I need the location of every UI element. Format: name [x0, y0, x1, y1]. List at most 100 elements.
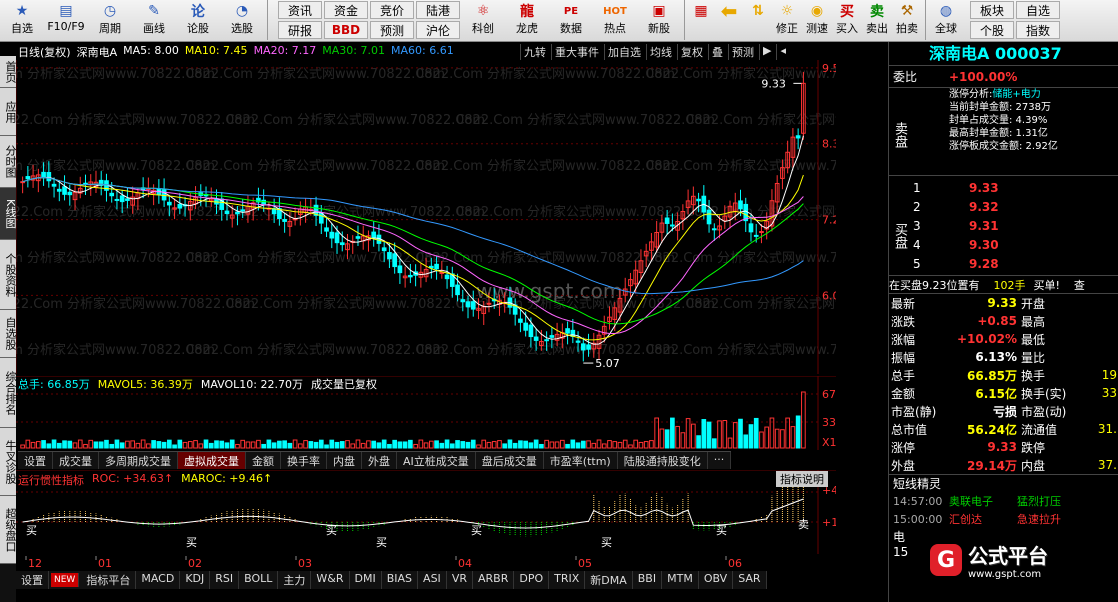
quote-label-right: 最高	[1021, 314, 1046, 329]
volume-bar	[109, 443, 115, 449]
tb-data-button[interactable]: PE 数据	[549, 0, 593, 41]
volume-bar	[30, 441, 36, 449]
tb-gegu[interactable]: 个股	[970, 21, 1014, 39]
tb-lugang[interactable]: 陆港	[416, 1, 460, 19]
bottom-tab[interactable]: DPO	[514, 571, 550, 589]
buy-level-row[interactable]: 3 9.31	[909, 216, 1118, 235]
kline-chart[interactable]: 0822.Com 分析家公式网www.70822.Com0822.Com 分析家…	[16, 60, 836, 374]
menu-add-watch[interactable]: 加自选	[604, 44, 644, 60]
tb-select-button[interactable]: ◔ 选股	[220, 0, 264, 41]
tb-jingjia[interactable]: 竞价	[370, 1, 414, 19]
tb-zixun[interactable]: 资讯	[278, 1, 322, 19]
tb-fix-button[interactable]: ☼ 修正	[772, 0, 802, 41]
indicator-tab[interactable]: 换手率	[281, 452, 327, 469]
volume-chart[interactable]: 67129 33565 X10	[16, 376, 836, 450]
buy-level-row[interactable]: 4 9.30	[909, 235, 1118, 254]
tb-draw-button[interactable]: ✎ 画线	[132, 0, 176, 41]
indicator-tab[interactable]: 虚拟成交量	[178, 452, 246, 469]
indicator-tab[interactable]: 外盘	[362, 452, 397, 469]
left-tab-apps[interactable]: 应用	[0, 88, 17, 136]
tb-yuce[interactable]: 预测	[370, 21, 414, 39]
bottom-tab[interactable]: DMI	[350, 571, 382, 589]
tb-sell-button[interactable]: 卖卖出	[862, 0, 892, 41]
tb-period-button[interactable]: ◷ 周期	[88, 0, 132, 41]
tb-zixuan-button[interactable]: ★ 自选	[0, 0, 44, 41]
indicator-tab[interactable]: 内盘	[327, 452, 362, 469]
tb-f10-button[interactable]: ▤ F10/F9	[44, 0, 88, 41]
indicator-tab[interactable]: 市盈率(ttm)	[544, 452, 618, 469]
new-badge[interactable]: NEW	[51, 573, 80, 587]
buy-level-row[interactable]: 2 9.32	[909, 197, 1118, 216]
left-tab-stock-info[interactable]: 个股资料	[0, 240, 17, 310]
indicator-tab[interactable]: 设置	[18, 452, 53, 469]
menu-forecast[interactable]: 预测	[728, 44, 757, 60]
bottom-tab[interactable]: MACD	[136, 571, 181, 589]
bottom-tab[interactable]: BOLL	[239, 571, 279, 589]
bottom-tab[interactable]: KDJ	[180, 571, 211, 589]
indicator-tab[interactable]: 盘后成交量	[476, 452, 544, 469]
bottom-tab[interactable]: W&R	[311, 571, 350, 589]
bottom-tab[interactable]: MTM	[662, 571, 699, 589]
tb-zhishu[interactable]: 指数	[1016, 21, 1060, 39]
bottom-tab[interactable]: BBI	[633, 571, 663, 589]
tb-global-button[interactable]: ◍ 全球	[929, 0, 963, 41]
left-tab-watchlist[interactable]: 自选股	[0, 310, 17, 358]
tb-hot-button[interactable]: HOT 热点	[593, 0, 637, 41]
tb-bankuai[interactable]: 板块	[970, 1, 1014, 19]
indicator-tab[interactable]: ···	[708, 452, 732, 469]
bottom-tab[interactable]: VR	[447, 571, 473, 589]
bottom-tab[interactable]: 设置	[16, 571, 49, 589]
tb-speed-button[interactable]: ◉ 测速	[802, 0, 832, 41]
bottom-tab[interactable]: TRIX	[549, 571, 586, 589]
menu-ma[interactable]: 均线	[646, 44, 675, 60]
tb-grid-button[interactable]: ▦	[688, 0, 714, 41]
indicator-tab[interactable]: 多周期成交量	[99, 452, 178, 469]
tb-buy-button[interactable]: 买买入	[832, 0, 862, 41]
limit-concept[interactable]: 储能+电力	[992, 89, 1040, 100]
bottom-tab[interactable]: 指标平台	[81, 571, 137, 589]
bottom-tab[interactable]: OBV	[699, 571, 734, 589]
short-item[interactable]: 14:57:00 奥联电子 猛烈打压	[889, 492, 1118, 510]
tb-zixuan2[interactable]: 自选	[1016, 1, 1060, 19]
tb-updown-button[interactable]: ⇅	[744, 0, 772, 41]
menu-play-icon[interactable]: ▶	[759, 44, 774, 60]
left-tab-diagnose[interactable]: 牛叉诊股	[0, 428, 17, 496]
left-tab-super-order[interactable]: 超级盘口	[0, 496, 17, 564]
indicator-help-button[interactable]: 指标说明	[776, 471, 828, 487]
bottom-tab[interactable]: ASI	[418, 571, 447, 589]
tb-newstock-button[interactable]: ▣ 新股	[637, 0, 681, 41]
left-tab-home[interactable]: 首页	[0, 56, 17, 88]
short-item[interactable]: 15:00:00 汇创达 急速拉升	[889, 510, 1118, 528]
bottom-tab[interactable]: ARBR	[473, 571, 515, 589]
order-check[interactable]: 查	[1074, 277, 1085, 293]
left-tab-ranking[interactable]: 综合排名	[0, 358, 17, 428]
indicator-tab[interactable]: AI立桩成交量	[397, 452, 476, 469]
left-tab-timeshare[interactable]: 分时图	[0, 136, 17, 188]
bottom-tab[interactable]: 新DMA	[585, 571, 633, 589]
buy-level-row[interactable]: 5 9.28	[909, 254, 1118, 273]
bottom-tab[interactable]: SAR	[733, 571, 767, 589]
menu-overlay[interactable]: 叠	[708, 44, 726, 60]
tb-lungu-button[interactable]: 论论股	[176, 0, 220, 41]
tb-back-button[interactable]: ⬅	[714, 0, 744, 41]
bottom-tab[interactable]: RSI	[210, 571, 240, 589]
menu-expand-icon[interactable]: ◂	[776, 44, 789, 60]
indicator-tab[interactable]: 陆股通持股变化	[618, 452, 708, 469]
bottom-tab[interactable]: 主力	[278, 571, 312, 589]
buy-level-row[interactable]: 1 9.33	[909, 178, 1118, 197]
menu-jiuzhuan[interactable]: 九转	[520, 44, 549, 60]
tb-auction-button[interactable]: ⚒ 拍卖	[892, 0, 922, 41]
left-tab-kline[interactable]: K线图	[0, 188, 17, 240]
tb-longhu-button[interactable]: 龍龙虎	[505, 0, 549, 41]
tb-zijin[interactable]: 资金	[324, 1, 368, 19]
tb-bbd[interactable]: BBD	[324, 21, 368, 39]
indicator-tab[interactable]: 金额	[246, 452, 281, 469]
bottom-tab[interactable]: BIAS	[382, 571, 419, 589]
tb-yanbao[interactable]: 研报	[278, 21, 322, 39]
volume-bar	[607, 440, 612, 449]
tb-hulun[interactable]: 沪伦	[416, 21, 460, 39]
indicator-tab[interactable]: 成交量	[53, 452, 99, 469]
menu-events[interactable]: 重大事件	[551, 44, 602, 60]
menu-restore[interactable]: 复权	[677, 44, 706, 60]
tb-kechuang-button[interactable]: ⚛ 科创	[461, 0, 505, 41]
